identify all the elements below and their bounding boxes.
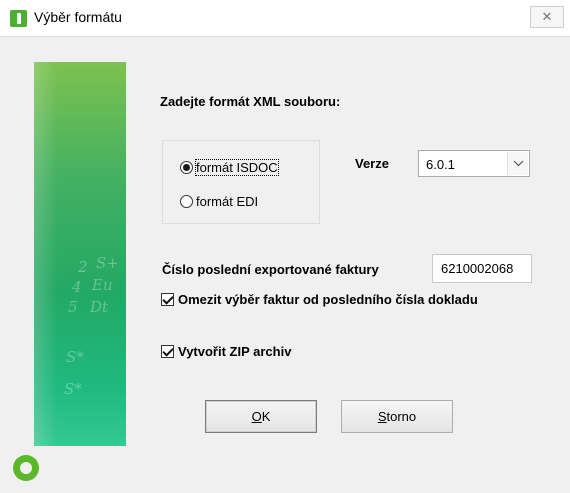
logo-icon — [13, 455, 39, 481]
limit-checkbox[interactable] — [161, 293, 174, 306]
ok-button[interactable]: OK — [205, 400, 317, 433]
banner-decoration-text: S* — [64, 380, 82, 398]
cancel-button-label: torno — [386, 409, 417, 424]
banner-decoration-text: S* — [66, 348, 84, 366]
radio-button-edi[interactable] — [180, 195, 193, 208]
radio-button-isdoc[interactable] — [180, 161, 193, 174]
radio-isdoc[interactable]: formát ISDOC — [180, 159, 279, 176]
format-group — [162, 140, 320, 224]
last-invoice-field[interactable]: 6210002068 — [432, 254, 532, 283]
last-invoice-label: Číslo poslední exportované faktury — [162, 262, 379, 277]
ok-button-label: K — [261, 409, 271, 424]
version-label: Verze — [355, 156, 389, 171]
format-prompt: Zadejte formát XML souboru: — [160, 94, 341, 109]
radio-edi[interactable]: formát EDI — [180, 194, 258, 209]
limit-checkbox-label: Omezit výběr faktur od posledního čísla … — [178, 292, 478, 307]
cancel-button[interactable]: Storno — [341, 400, 453, 433]
cancel-button-mnemonic: S — [377, 409, 387, 424]
banner-decoration-text: 2 — [78, 258, 88, 276]
banner-decoration-text: 4 — [72, 278, 82, 296]
limit-checkbox-row[interactable]: Omezit výběr faktur od posledního čísla … — [161, 292, 478, 307]
close-button[interactable]: ✕ — [530, 6, 564, 28]
zip-checkbox-row[interactable]: Vytvořit ZIP archiv — [161, 344, 291, 359]
version-select-value: 6.0.1 — [426, 157, 455, 172]
title-bar: Výběr formátu ✕ — [0, 0, 570, 37]
banner-decoration-text: S+ — [96, 254, 119, 272]
radio-label-edi: formát EDI — [196, 194, 259, 209]
app-icon — [10, 10, 27, 27]
chevron-down-icon[interactable] — [507, 152, 528, 175]
side-banner: 2 S+ 4 Eu 5 Dt S* S* — [34, 62, 126, 446]
version-select[interactable]: 6.0.1 — [418, 150, 530, 177]
zip-checkbox-label: Vytvořit ZIP archiv — [178, 344, 292, 359]
radio-label-isdoc: formát ISDOC — [195, 159, 279, 176]
window-title: Výběr formátu — [34, 9, 122, 25]
banner-decoration-text: Dt — [90, 298, 109, 316]
banner-decoration-text: 5 — [68, 298, 78, 316]
ok-button-mnemonic: O — [251, 409, 262, 424]
banner-decoration-text: Eu — [92, 276, 113, 294]
zip-checkbox[interactable] — [161, 345, 174, 358]
